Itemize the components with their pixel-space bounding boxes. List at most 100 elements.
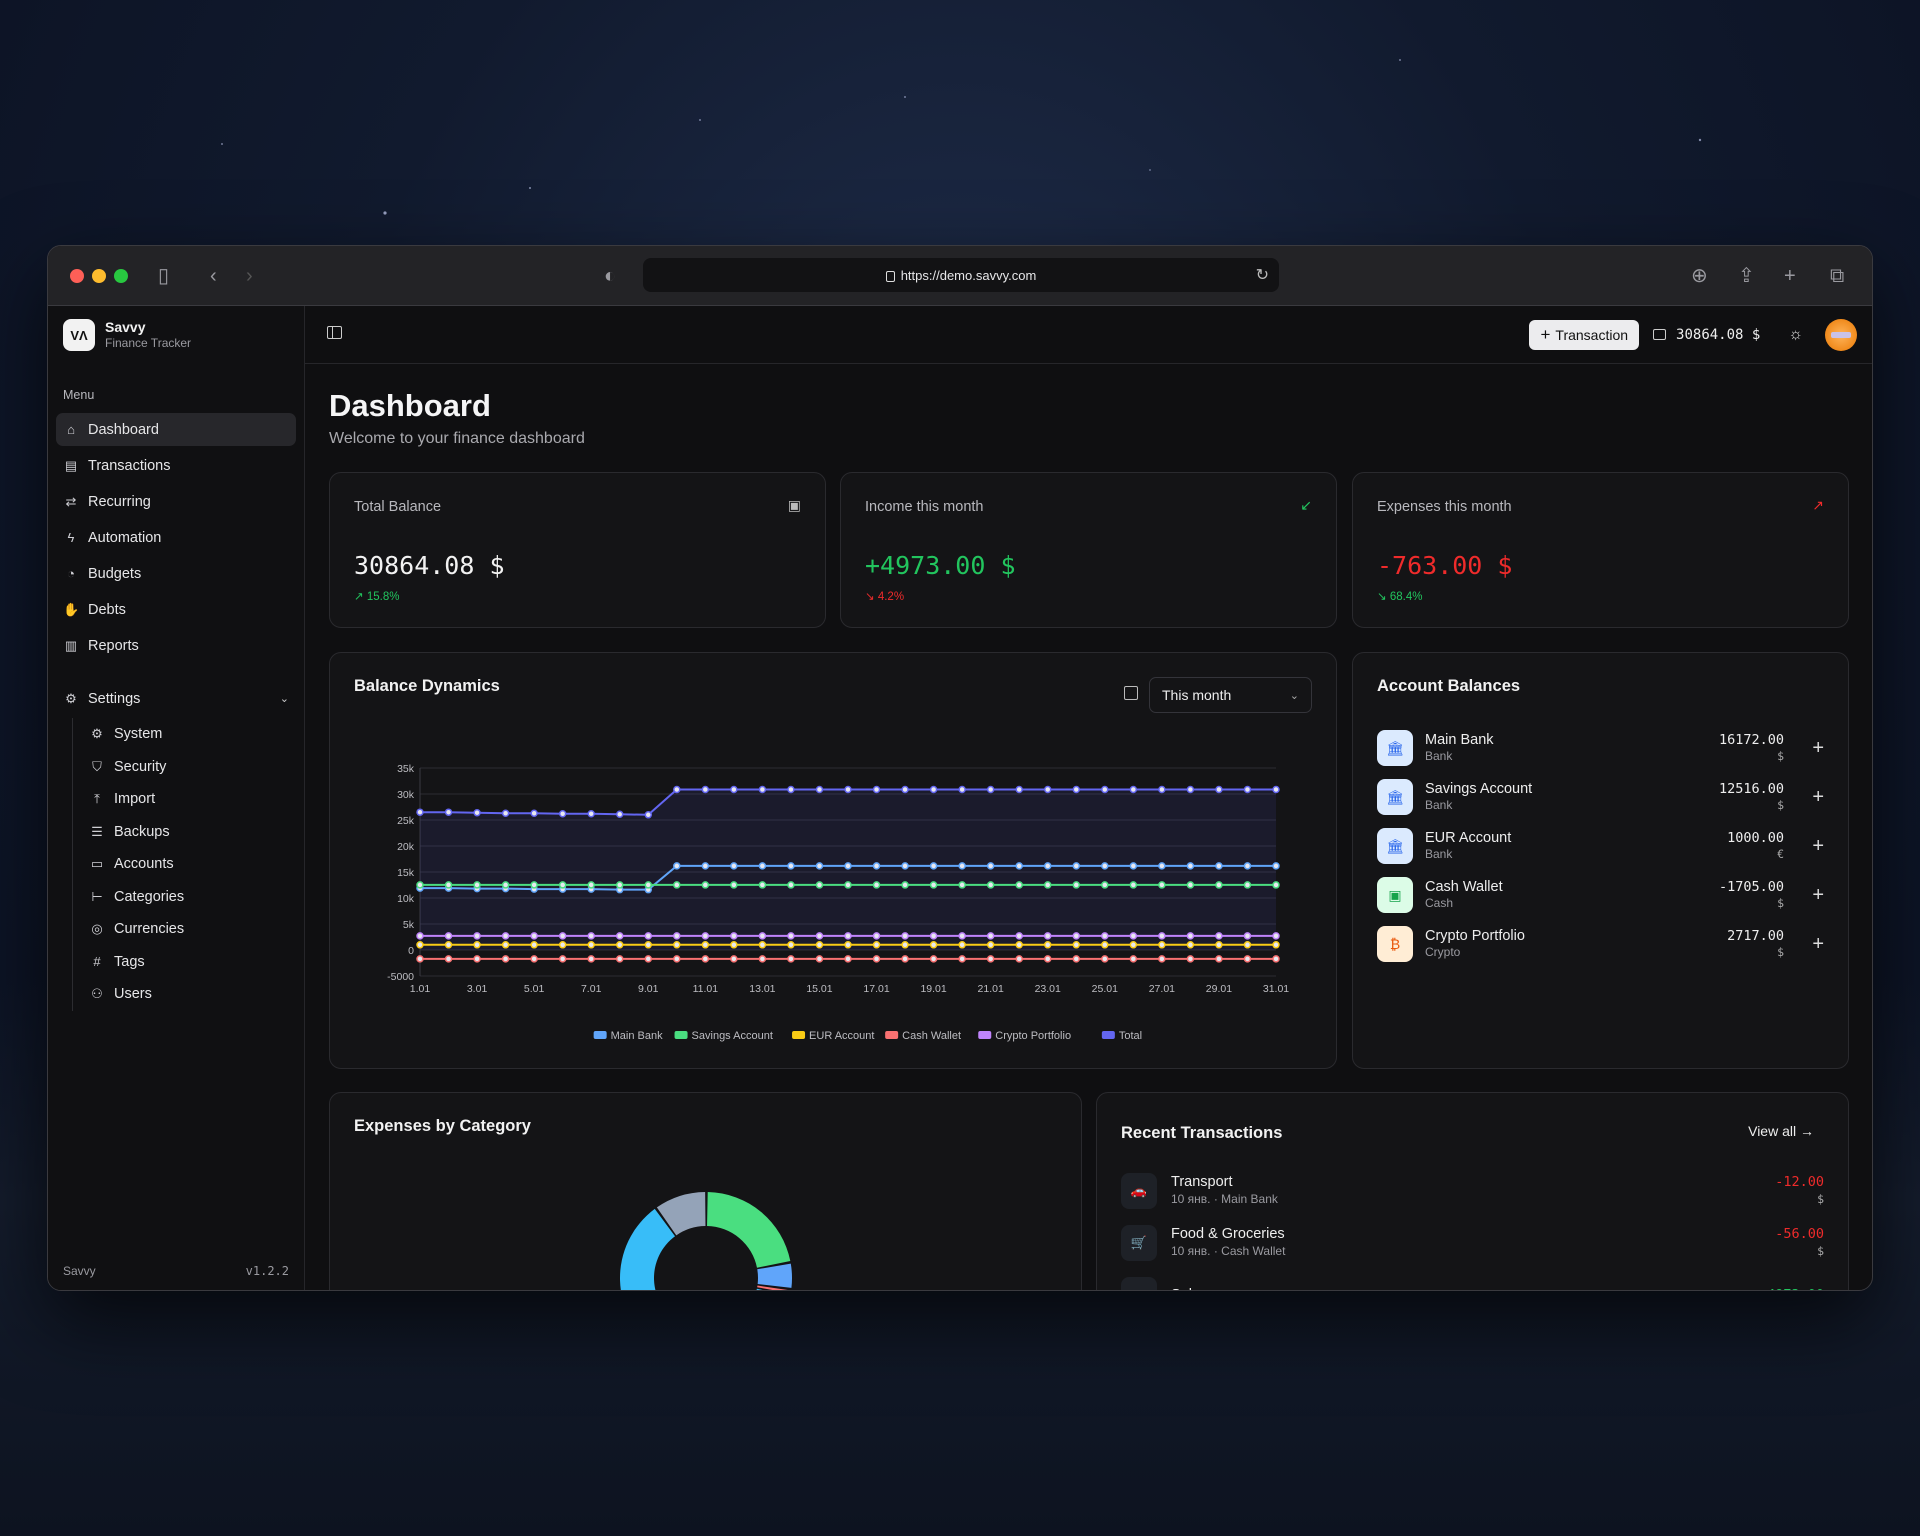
brand[interactable]: VΛ Savvy Finance Tracker — [48, 306, 304, 364]
sidebar-item-reports[interactable]: ▥ Reports — [56, 629, 296, 662]
sidebar-item-recurring[interactable]: ⇄ Recurring — [56, 485, 296, 518]
account-balances-title: Account Balances — [1377, 677, 1521, 695]
data-point — [701, 955, 710, 963]
credit-card-icon: ▭ — [90, 856, 104, 872]
data-point — [416, 932, 424, 940]
close-window-button[interactable] — [70, 269, 84, 283]
settings-item-accounts[interactable]: ▭ Accounts — [81, 848, 304, 881]
data-point — [901, 941, 909, 949]
y-tick-label: 0 — [408, 945, 414, 957]
data-point — [787, 862, 795, 870]
account-name: Main Bank — [1425, 732, 1494, 748]
stat-delta: ↗ 15.8% — [354, 591, 400, 603]
donut-slice — [707, 1192, 791, 1268]
data-point — [958, 862, 966, 870]
shield-icon: ⛉ — [92, 758, 102, 774]
account-row[interactable]: 🏛 Main Bank Bank 16172.00 $ + — [1377, 725, 1824, 771]
settings-item-import[interactable]: ⤒ Import — [81, 783, 304, 816]
piggy-bank-icon: ◔ — [67, 566, 75, 581]
settings-item-currencies[interactable]: ◎ Currencies — [81, 913, 304, 946]
theme-toggle-icon[interactable]: ☼ — [1788, 326, 1803, 344]
data-point — [901, 862, 909, 870]
add-to-account-button[interactable]: + — [1784, 786, 1824, 809]
sidebar-item-transactions[interactable]: ▤ Transactions — [56, 449, 296, 482]
account-balance: 12516.00 — [1718, 781, 1784, 797]
data-point — [558, 955, 567, 963]
transaction-row[interactable]: 🚗 Transport 10 янв. · Main Bank -12.00 $ — [1121, 1167, 1824, 1215]
address-bar[interactable]: https://demo.savvy.com ↻ — [643, 258, 1279, 292]
sidebar-item-debts[interactable]: ✋ Debts — [56, 593, 296, 626]
account-name: Crypto Portfolio — [1425, 928, 1525, 944]
recent-transactions-card: Recent Transactions View all → 🚗 Transpo… — [1096, 1092, 1849, 1290]
add-transaction-button[interactable]: + Transaction — [1529, 319, 1640, 350]
settings-item-users[interactable]: ⚇ Users — [81, 978, 304, 1011]
reload-icon[interactable]: ↻ — [1256, 265, 1269, 285]
x-tick-label: 27.01 — [1149, 983, 1175, 995]
x-tick-label: 23.01 — [1035, 983, 1061, 995]
data-point — [615, 932, 624, 940]
panel-toggle-icon[interactable] — [327, 326, 342, 339]
add-to-account-button[interactable]: + — [1784, 884, 1824, 907]
dashboard-content: Dashboard Welcome to your finance dashbo… — [305, 364, 1872, 472]
privacy-shield-icon[interactable]: ◐ — [604, 264, 616, 288]
x-tick-label: 25.01 — [1092, 983, 1118, 995]
data-point — [673, 941, 681, 949]
tabs-overview-icon[interactable]: ⧉ — [1830, 264, 1844, 288]
add-transaction-label: Transaction — [1555, 326, 1629, 343]
settings-item-label: Backups — [114, 823, 170, 840]
sidebar-item-budgets[interactable]: ◔ Budgets — [56, 557, 296, 590]
legend-label: Main Bank — [611, 1030, 663, 1042]
add-to-account-button[interactable]: + — [1784, 933, 1824, 956]
page-subtitle: Welcome to your finance dashboard — [329, 430, 585, 447]
brand-subtitle: Finance Tracker — [105, 336, 192, 350]
data-point — [1158, 932, 1166, 940]
account-row[interactable]: 🏛 Savings Account Bank 12516.00 $ + — [1377, 774, 1824, 820]
view-all-link[interactable]: View all → — [1748, 1123, 1814, 1139]
avatar[interactable] — [1825, 318, 1857, 351]
settings-item-backups[interactable]: ☰ Backups — [81, 816, 304, 849]
data-point — [986, 932, 995, 940]
x-tick-label: 31.01 — [1263, 983, 1289, 995]
settings-item-security[interactable]: ⛉ Security — [81, 751, 304, 784]
forward-icon[interactable]: › — [246, 264, 253, 288]
header-balance[interactable]: 30864.08 $ — [1653, 327, 1760, 343]
account-balance: 1000.00 — [1727, 830, 1784, 846]
data-point — [929, 881, 938, 889]
upload-icon: ⤒ — [94, 791, 100, 807]
maximize-window-button[interactable] — [114, 269, 128, 283]
sidebar-item-dashboard[interactable]: ⌂ Dashboard — [56, 413, 296, 446]
transaction-row[interactable]: 🛒 Food & Groceries 10 янв. · Cash Wallet … — [1121, 1219, 1824, 1267]
data-point — [929, 955, 938, 963]
add-to-account-button[interactable]: + — [1784, 737, 1824, 760]
minimize-window-button[interactable] — [92, 269, 106, 283]
settings-item-system[interactable]: ⚙ System — [81, 718, 304, 751]
new-tab-icon[interactable]: + — [1784, 264, 1796, 288]
data-point — [416, 955, 424, 963]
data-point — [416, 941, 424, 949]
download-icon[interactable]: ⊕ — [1691, 264, 1708, 288]
add-to-account-button[interactable]: + — [1784, 835, 1824, 858]
balance-line-chart: -5000 0 5k 10k 15k 20k 25k 30k 35k 1.01 3.01 5.01 7.… — [387, 763, 1289, 1042]
account-row[interactable]: 🏛 EUR Account Bank 1000.00 € + — [1377, 823, 1824, 869]
data-point — [1186, 941, 1195, 949]
data-point — [673, 932, 681, 940]
settings-item-categories[interactable]: ⊢ Categories — [81, 881, 304, 914]
data-point — [844, 881, 852, 889]
sidebar-item-automation[interactable]: ϟ Automation — [56, 521, 296, 554]
data-point — [587, 881, 595, 889]
legend-swatch — [792, 1031, 806, 1039]
data-point — [501, 941, 510, 949]
transaction-row[interactable]: $ Salary +4973.00 — [1121, 1271, 1824, 1290]
data-point — [530, 932, 538, 940]
back-icon[interactable]: ‹ — [210, 264, 217, 288]
share-icon[interactable]: ⇪ — [1738, 264, 1755, 288]
sidebar-item-settings[interactable]: ⚙ Settings ⌄ — [56, 682, 296, 715]
account-row[interactable]: ₿ Crypto Portfolio Crypto 2717.00 $ + — [1377, 921, 1824, 967]
data-point — [644, 881, 653, 889]
settings-item-tags[interactable]: # Tags — [81, 946, 304, 979]
account-row[interactable]: ▣ Cash Wallet Cash -1705.00 $ + — [1377, 872, 1824, 918]
account-currency: $ — [1777, 749, 1784, 763]
sidebar-toggle-icon[interactable]: ▯ — [158, 264, 169, 288]
data-point — [1043, 955, 1052, 963]
data-point — [701, 881, 710, 889]
